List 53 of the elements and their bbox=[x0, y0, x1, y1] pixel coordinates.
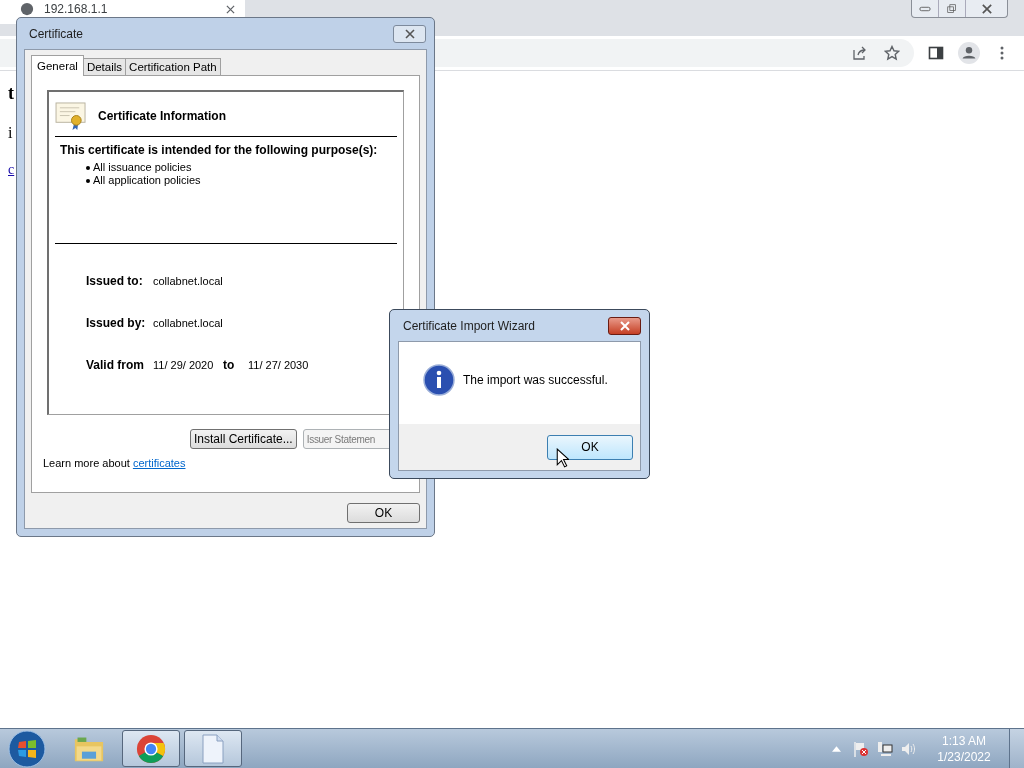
dialog-tab[interactable]: Details bbox=[82, 58, 127, 75]
ok-button[interactable]: OK bbox=[347, 503, 420, 523]
dialog-title: Certificate Import Wizard bbox=[403, 318, 536, 333]
body-text: i bbox=[8, 124, 13, 142]
message-text: The import was successful. bbox=[463, 373, 608, 387]
field-label: Issued to: bbox=[86, 274, 144, 288]
close-icon[interactable] bbox=[226, 4, 235, 14]
info-text: Learn more about bbox=[43, 457, 130, 469]
field-value: 11/ 27/ 2030 bbox=[248, 359, 309, 371]
clock-date: 1/23/2022 bbox=[937, 748, 991, 765]
taskbar-button[interactable] bbox=[184, 730, 242, 767]
share-icon[interactable] bbox=[852, 45, 868, 61]
field-value: collabnet.local bbox=[153, 317, 223, 329]
close-button[interactable] bbox=[608, 316, 641, 335]
page-link[interactable]: c bbox=[8, 162, 15, 178]
heading-text: t bbox=[8, 83, 14, 104]
close-button[interactable] bbox=[393, 24, 426, 43]
certificate-icon bbox=[55, 101, 88, 131]
ok-button[interactable]: OK bbox=[547, 434, 633, 460]
dialog-title: Certificate bbox=[29, 26, 84, 41]
close-icon bbox=[980, 3, 993, 14]
field-value: 11/ 29/ 2020 bbox=[153, 359, 215, 371]
side-panel-icon[interactable] bbox=[928, 45, 944, 61]
globe-icon bbox=[20, 2, 34, 16]
restore-icon bbox=[946, 3, 958, 14]
mouse-cursor-icon bbox=[556, 448, 569, 469]
profile-avatar-icon[interactable] bbox=[958, 42, 980, 64]
purpose-item: All issuance policies bbox=[93, 161, 192, 174]
purpose-heading: This certificate is intended for the following purpose(s): bbox=[59, 143, 379, 157]
close-icon bbox=[617, 320, 632, 331]
field-label: Issued by: bbox=[86, 316, 147, 330]
dialog-tab[interactable]: Certification Path bbox=[125, 58, 221, 75]
star-icon[interactable] bbox=[884, 45, 900, 61]
flag-icon[interactable] bbox=[853, 740, 869, 757]
start-button[interactable] bbox=[8, 729, 46, 768]
info-icon bbox=[423, 364, 455, 396]
taskbar-button[interactable] bbox=[122, 730, 180, 767]
show-desktop-button[interactable] bbox=[1009, 729, 1024, 768]
field-label: to bbox=[223, 358, 236, 372]
chrome-icon bbox=[136, 733, 166, 764]
clock-time: 1:13 AM bbox=[942, 732, 986, 749]
tab-title: 192.168.1.1 bbox=[44, 2, 109, 16]
field-value: collabnet.local bbox=[153, 275, 223, 287]
certificates-link[interactable]: certificates bbox=[132, 457, 186, 469]
close-icon bbox=[402, 28, 417, 39]
dialog-tab[interactable]: General bbox=[31, 55, 84, 76]
field-label: Valid from bbox=[86, 358, 145, 372]
network-icon[interactable] bbox=[877, 740, 893, 757]
section-heading: Certificate Information bbox=[98, 109, 226, 123]
install-certificate-button[interactable]: Install Certificate... bbox=[190, 429, 297, 449]
bullet-icon bbox=[86, 165, 90, 170]
purpose-item: All application policies bbox=[93, 174, 201, 187]
bullet-icon bbox=[86, 178, 90, 183]
